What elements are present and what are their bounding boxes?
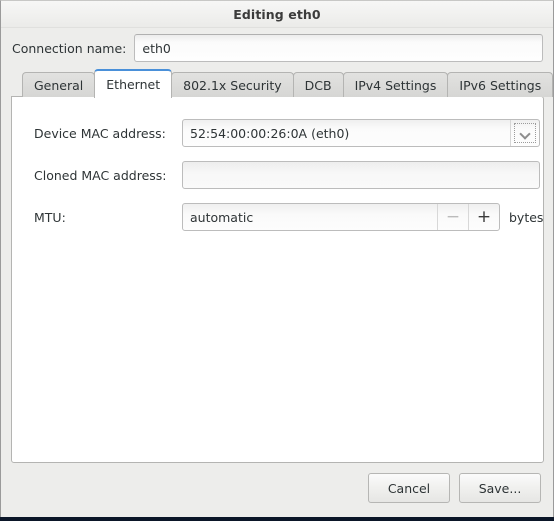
ethernet-form: Device MAC address: 52:54:00:00:26:0A (e… — [24, 119, 543, 231]
tab-ethernet[interactable]: Ethernet — [94, 69, 173, 98]
title-bar: Editing eth0 — [1, 1, 553, 28]
cloned-mac-row — [182, 161, 543, 189]
device-mac-label: Device MAC address: — [34, 125, 166, 141]
mtu-decrement-button[interactable]: − — [437, 204, 468, 230]
connection-name-row: Connection name: eth0 — [1, 28, 553, 68]
mtu-unit-label: bytes — [509, 209, 544, 225]
mtu-label: MTU: — [34, 209, 66, 225]
device-mac-row: 52:54:00:00:26:0A (eth0) — [182, 119, 543, 147]
device-mac-value: 52:54:00:00:26:0A (eth0) — [190, 125, 350, 141]
tab-802-1x-security[interactable]: 802.1x Security — [171, 72, 294, 97]
cloned-mac-label: Cloned MAC address: — [34, 167, 167, 183]
save-button[interactable]: Save... — [459, 473, 541, 503]
dialog-action-bar: Cancel Save... — [1, 463, 553, 517]
mtu-spinner[interactable]: automatic − + — [182, 203, 500, 231]
tab-strip: General Ethernet 802.1x Security DCB IPv… — [11, 68, 554, 98]
mtu-value[interactable]: automatic — [183, 204, 437, 230]
window-title: Editing eth0 — [233, 6, 321, 22]
editing-connection-dialog: Editing eth0 Connection name: eth0 Gener… — [0, 0, 554, 517]
mtu-increment-button[interactable]: + — [468, 204, 499, 230]
cancel-button[interactable]: Cancel — [368, 473, 450, 503]
desktop-background-strip — [0, 517, 554, 521]
settings-notebook: General Ethernet 802.1x Security DCB IPv… — [11, 68, 554, 463]
connection-name-label: Connection name: — [12, 40, 127, 56]
tab-ipv6-settings[interactable]: IPv6 Settings — [447, 72, 554, 97]
mtu-row: automatic − + bytes — [182, 203, 543, 231]
tab-dcb[interactable]: DCB — [292, 72, 344, 97]
tab-ipv4-settings[interactable]: IPv4 Settings — [342, 72, 449, 97]
ethernet-tab-panel: Device MAC address: 52:54:00:00:26:0A (e… — [11, 96, 544, 463]
chevron-down-icon[interactable] — [510, 120, 539, 146]
device-mac-combo[interactable]: 52:54:00:00:26:0A (eth0) — [182, 119, 540, 147]
chevron-glyph — [521, 129, 530, 138]
tab-general[interactable]: General — [22, 72, 96, 97]
connection-name-input[interactable]: eth0 — [134, 34, 543, 62]
cloned-mac-input[interactable] — [182, 161, 540, 189]
